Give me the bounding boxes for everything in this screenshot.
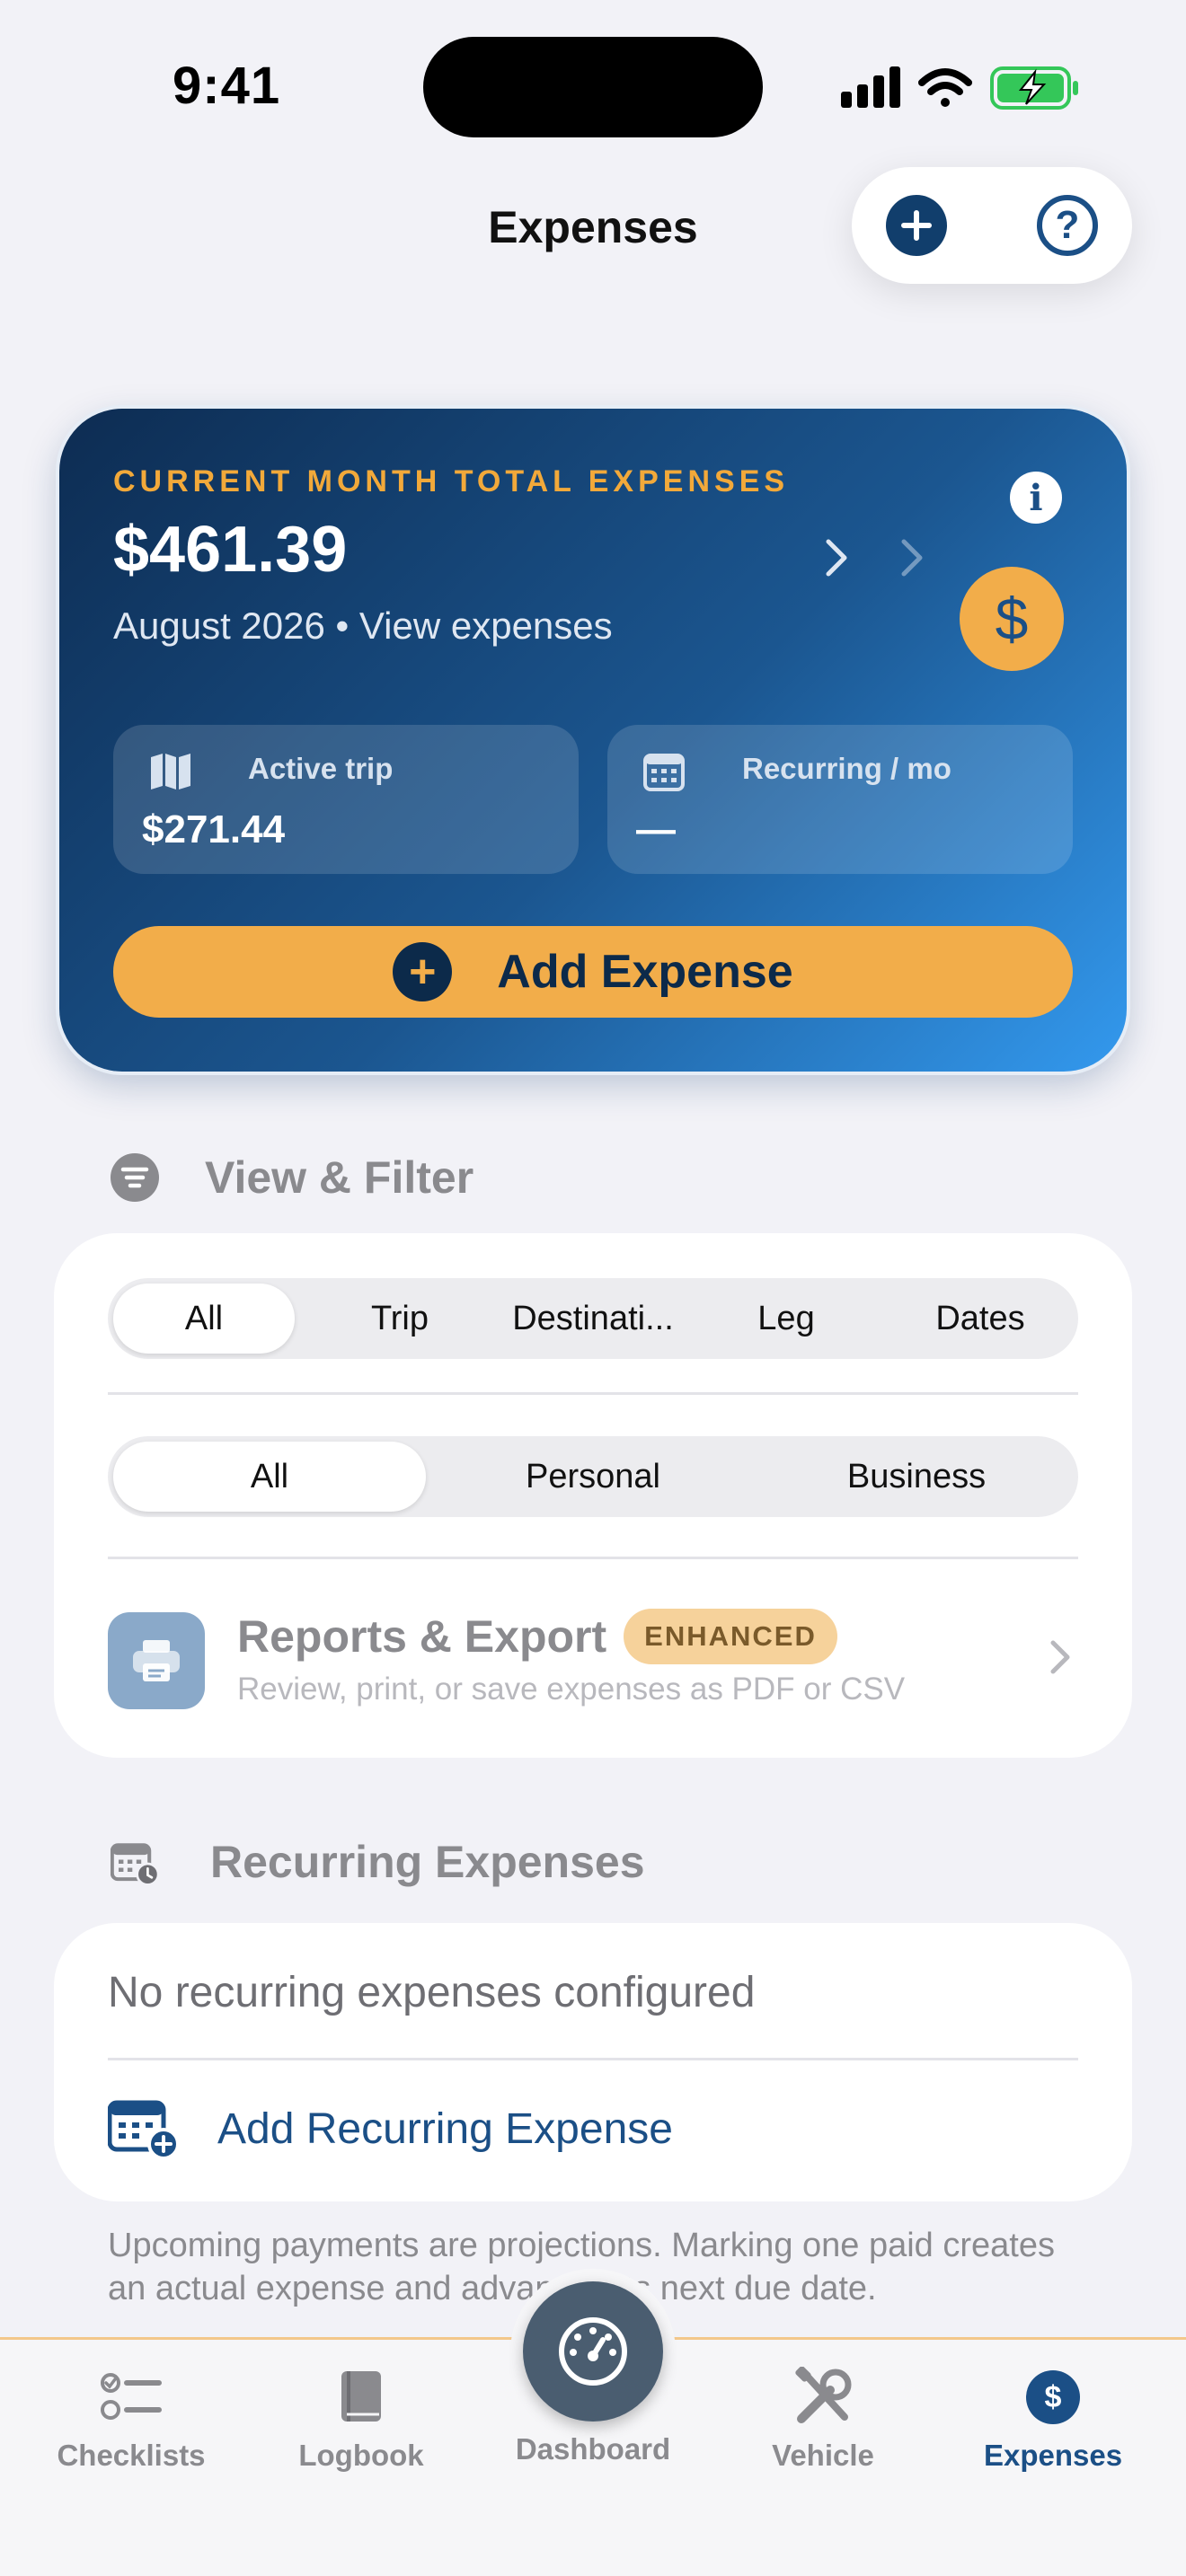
dashboard-label: Dashboard [515,2432,671,2466]
tab-logbook[interactable]: Logbook [253,2361,469,2473]
dynamic-island [423,37,763,137]
add-expense-button[interactable]: + Add Expense [113,926,1073,1018]
tab-label: Logbook [298,2439,424,2472]
tools-icon [795,2367,852,2423]
divider [108,1557,1078,1559]
active-trip-value: $271.44 [142,807,286,851]
help-button[interactable]: ? [1037,195,1098,256]
view-filter-title: View & Filter [205,1152,474,1203]
chevron-right-icon[interactable] [821,534,854,581]
question-icon: ? [1055,203,1080,247]
dollar-coin-icon: $ [960,567,1064,671]
chevron-right-icon[interactable] [897,534,929,581]
tab-label: Checklists [57,2439,206,2472]
calendar-clock-icon [111,1843,159,1886]
recurring-empty-text: No recurring expenses configured [108,1969,756,2016]
status-time: 9:41 [173,57,281,115]
monthly-total-card[interactable]: CURRENT MONTH TOTAL EXPENSES $461.39 Aug… [59,409,1127,1072]
add-expense-label: Add Expense [497,946,793,998]
active-trip-tile[interactable]: Active trip $271.44 [113,725,579,874]
scope-segmented-control: All Trip Destinati... Leg Dates [108,1278,1078,1359]
tab-label: Expenses [983,2439,1123,2472]
plus-circle-icon: + [393,942,453,1001]
calendar-icon [643,754,685,791]
tab-vehicle[interactable]: Vehicle [715,2361,931,2473]
divider [108,1392,1078,1395]
scope-tab-all[interactable]: All [113,1284,295,1354]
chevron-right-icon [1050,1640,1070,1674]
battery-icon [990,66,1078,110]
wifi-icon [918,68,972,107]
scope-tab-leg[interactable]: Leg [692,1278,881,1359]
recurring-value: — [636,807,676,851]
tab-label: Vehicle [772,2439,874,2472]
tab-dashboard[interactable] [523,2281,663,2422]
reports-title: Reports & Export [237,1611,607,1662]
printer-icon [108,1612,205,1709]
gauge-icon [559,2317,627,2386]
tab-checklists[interactable]: Checklists [23,2361,239,2473]
dollar-circle-icon: $ [1026,2370,1080,2424]
enhanced-badge: ENHANCED [624,1609,837,1664]
info-icon[interactable]: i [1010,472,1062,524]
signal-icon [841,66,900,108]
nav-actions: ? [852,167,1132,284]
calendar-add-icon [108,2100,180,2160]
checklist-icon [101,2373,162,2420]
add-button[interactable] [886,195,947,256]
hero-label: CURRENT MONTH TOTAL EXPENSES [113,464,790,498]
plus-icon [901,210,932,241]
filter-icon [111,1153,159,1202]
filter-card: All Trip Destinati... Leg Dates All Pers… [54,1233,1132,1758]
map-icon [151,754,190,790]
total-amount: $461.39 [113,514,348,586]
add-recurring-label: Add Recurring Expense [217,2105,673,2153]
book-icon [341,2371,381,2422]
scope-tab-destination[interactable]: Destinati... [494,1278,692,1359]
type-tab-all[interactable]: All [113,1442,426,1512]
scope-tab-trip[interactable]: Trip [305,1278,494,1359]
recurring-title: Recurring Expenses [210,1837,645,1887]
recurring-tile[interactable]: Recurring / mo — [607,725,1073,874]
type-tab-business[interactable]: Business [755,1436,1078,1517]
active-trip-label: Active trip [248,752,394,785]
type-segmented-control: All Personal Business [108,1436,1078,1517]
recurring-label: Recurring / mo [742,752,951,785]
reports-description: Review, print, or save expenses as PDF o… [237,1672,906,1707]
status-icons [841,66,1078,110]
tab-expenses[interactable]: $ Expenses [945,2361,1161,2473]
svg-text:$: $ [1045,2380,1062,2414]
type-tab-personal[interactable]: Personal [431,1436,755,1517]
scope-tab-dates[interactable]: Dates [886,1278,1075,1359]
month-subtitle[interactable]: August 2026 • View expenses [113,604,613,648]
divider [108,2058,1078,2060]
recurring-card: No recurring expenses configured Add Rec… [54,1923,1132,2201]
